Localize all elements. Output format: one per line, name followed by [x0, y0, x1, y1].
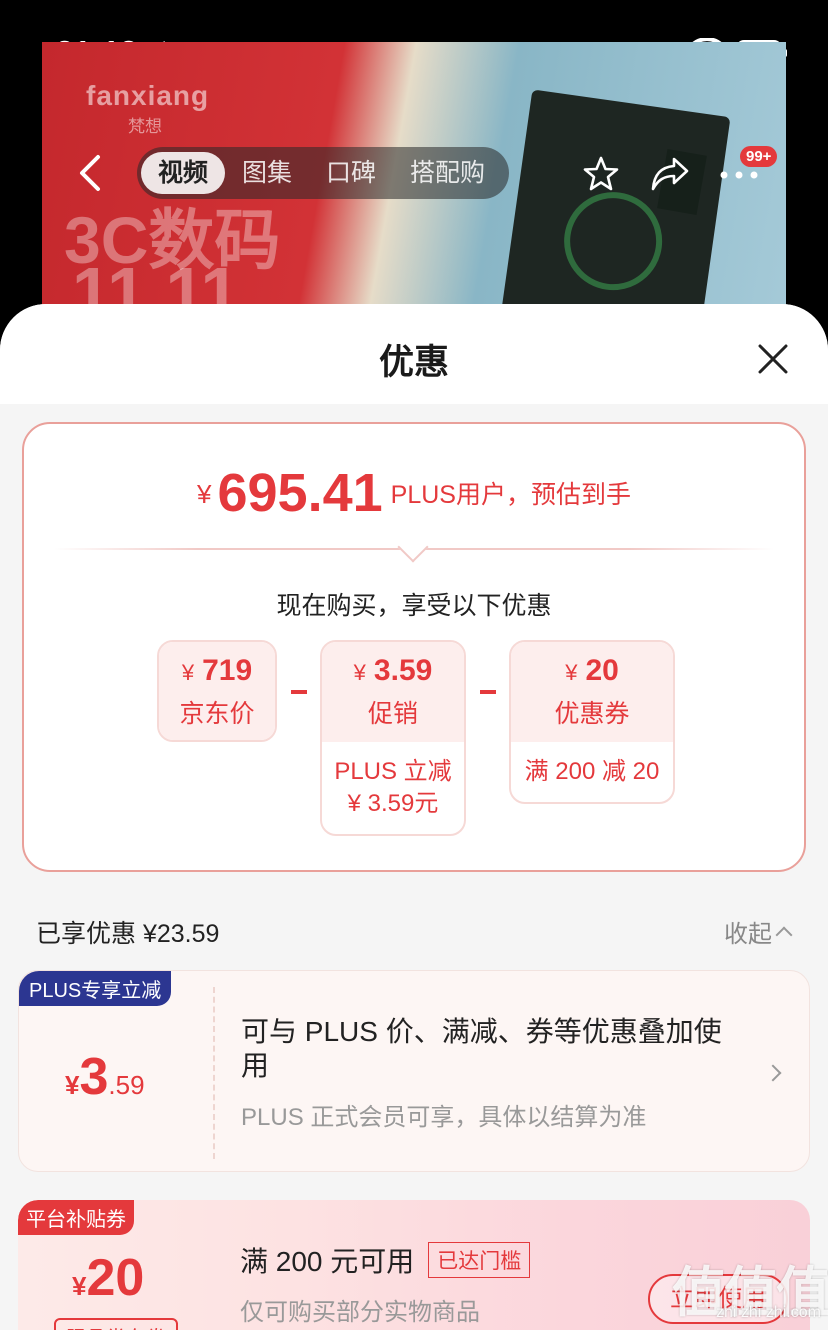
jd-price-value: 719 [202, 654, 253, 687]
jd-price-label: 京东价 [179, 700, 255, 728]
brand-logo: fanxiang [86, 80, 210, 111]
message-count-badge: 99+ [740, 146, 778, 167]
threshold-reached-badge: 已达门槛 [428, 1242, 531, 1278]
sheet-title: 优惠 [378, 343, 449, 382]
currency-symbol: ¥ [565, 660, 578, 685]
close-icon[interactable] [754, 340, 792, 378]
divider-notch [397, 531, 429, 563]
promo-note-line1: PLUS 立减 [334, 758, 452, 785]
tab-video[interactable]: 视频 [141, 152, 226, 194]
collapse-label: 收起 [724, 921, 772, 948]
price-box-jd: ¥719 京东价 [157, 640, 277, 742]
tab-bundle[interactable]: 搭配购 [393, 152, 502, 194]
coupon-amount: ¥20 [72, 1249, 145, 1307]
tab-gallery[interactable]: 图集 [225, 152, 309, 194]
star-icon[interactable] [582, 155, 620, 193]
ssd-logo-chip [557, 185, 669, 297]
saved-amount-text: 已享优惠 ¥23.59 [36, 920, 220, 948]
media-tabs: 视频 图集 口碑 搭配购 [137, 147, 509, 199]
plus-discount-card[interactable]: PLUS专享立减 ¥3.59 可与 PLUS 价、满减、券等优惠叠加使用 PLU… [18, 970, 810, 1172]
coupon-note-line1: 满 200 减 20 [524, 758, 660, 785]
promo-value: 3.59 [373, 654, 433, 687]
more-options-icon[interactable] [716, 164, 762, 186]
back-arrow-icon[interactable] [74, 153, 106, 193]
currency-symbol: ¥ [353, 660, 366, 685]
chevron-right-icon [764, 1064, 782, 1082]
minus-sign [480, 690, 496, 694]
coupon-label: 优惠券 [554, 700, 630, 728]
discount-sheet: 优惠 ¥695.41 PLUS用户，预估到手 现在购买，享受以下优惠 ¥719 京… [0, 304, 828, 1330]
platform-subsidy-tag: 平台补贴券 [18, 1200, 134, 1235]
watermark-url: zhi zhi zhi.com [716, 1304, 821, 1321]
minus-sign [291, 690, 307, 694]
buy-now-text: 现在购买，享受以下优惠 [276, 592, 552, 620]
chevron-up-icon [775, 926, 793, 944]
plus-discount-title: 可与 PLUS 价、满减、券等优惠叠加使用 [241, 1016, 722, 1081]
collapse-button[interactable]: 收起 [724, 914, 793, 949]
price-box-promo: ¥3.59 促销 PLUS 立减 ¥ 3.59元 [320, 640, 466, 836]
coupon-title: 满 200 元可用 已达门槛 [240, 1240, 531, 1280]
coupon-value: 20 [585, 654, 619, 687]
dashed-divider [213, 987, 215, 1159]
plus-discount-subtitle: PLUS 正式会员可享，具体以结算为准 [241, 1104, 647, 1131]
coupon-subtitle: 仅可购买部分实物商品 [240, 1299, 480, 1326]
promo-note-line2: ¥ 3.59元 [347, 790, 439, 817]
estimated-price: 695.41 [217, 463, 383, 523]
currency-symbol: ¥ [197, 479, 212, 509]
coupon-limit-label: 限品类东券 [54, 1318, 178, 1330]
share-icon[interactable] [650, 155, 690, 193]
estimated-price-row: ¥695.41 PLUS用户，预估到手 [24, 462, 804, 524]
currency-symbol: ¥ [181, 660, 195, 685]
price-box-coupon: ¥20 优惠券 满 200 减 20 [509, 640, 675, 804]
brand-logo-cn: 梵想 [128, 117, 162, 136]
plus-exclusive-tag: PLUS专享立减 [19, 971, 172, 1006]
price-summary-card: ¥695.41 PLUS用户，预估到手 现在购买，享受以下优惠 ¥719 京东价 … [22, 422, 806, 872]
sheet-header: 优惠 [0, 304, 828, 404]
tab-reviews[interactable]: 口碑 [309, 152, 393, 194]
plus-discount-amount: ¥3.59 [65, 1048, 145, 1106]
estimated-price-desc: PLUS用户，预估到手 [390, 481, 631, 509]
promo-label: 促销 [367, 700, 418, 728]
